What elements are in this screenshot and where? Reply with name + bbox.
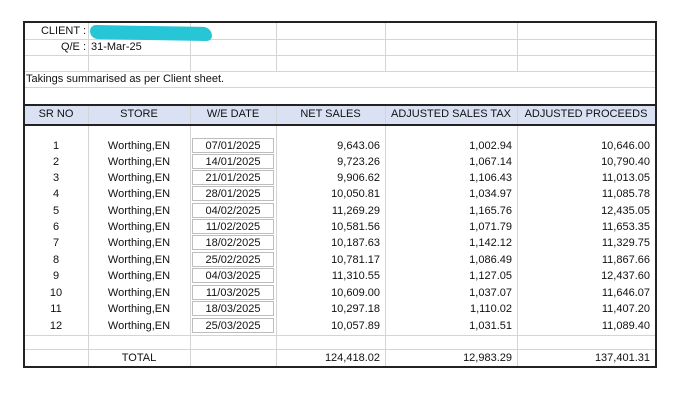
cell-sr-no[interactable]: 4 (24, 186, 88, 202)
cell-we-date[interactable]: 18/02/2025 (190, 235, 276, 251)
cell-we-date[interactable]: 28/01/2025 (190, 186, 276, 202)
cell-adjusted-proceeds[interactable]: 11,407.20 (517, 301, 650, 317)
cell-adjusted-proceeds[interactable]: 12,435.05 (517, 203, 650, 219)
cell-net-sales[interactable]: 11,310.55 (276, 268, 380, 284)
qe-label: Q/E : (60, 41, 86, 53)
cell-sr-no[interactable]: 9 (24, 268, 88, 284)
cell-net-sales[interactable]: 9,643.06 (276, 138, 380, 154)
cell-adjusted-sales-tax[interactable]: 1,086.49 (385, 252, 512, 268)
cell-we-date[interactable]: 18/03/2025 (190, 301, 276, 317)
cell-adjusted-sales-tax[interactable]: 1,002.94 (385, 138, 512, 154)
cell-adjusted-sales-tax[interactable]: 1,034.97 (385, 186, 512, 202)
cell-store[interactable]: Worthing,EN (88, 186, 190, 202)
cell-store[interactable]: Worthing,EN (88, 301, 190, 317)
cell-we-date[interactable]: 25/02/2025 (190, 252, 276, 268)
total-adjusted-proceeds[interactable]: 137,401.31 (517, 350, 650, 366)
cell-store[interactable]: Worthing,EN (88, 268, 190, 284)
cell-adjusted-sales-tax[interactable]: 1,106.43 (385, 170, 512, 186)
cell-adjusted-sales-tax[interactable]: 1,031.51 (385, 318, 512, 334)
cell-we-date[interactable]: 11/02/2025 (190, 219, 276, 235)
cell-adjusted-sales-tax[interactable]: 1,037.07 (385, 285, 512, 301)
spreadsheet: CLIENT : Q/E : 31-Mar-25 Takings summari… (0, 0, 680, 401)
cell-adjusted-proceeds[interactable]: 10,790.40 (517, 154, 650, 170)
cell-adjusted-proceeds[interactable]: 11,085.78 (517, 186, 650, 202)
cell-net-sales[interactable]: 10,057.89 (276, 318, 380, 334)
header-net-sales[interactable]: NET SALES (276, 106, 385, 122)
cell-sr-no[interactable]: 10 (24, 285, 88, 301)
cell-net-sales[interactable]: 9,906.62 (276, 170, 380, 186)
cell-adjusted-sales-tax[interactable]: 1,142.12 (385, 235, 512, 251)
cell-store[interactable]: Worthing,EN (88, 285, 190, 301)
cell-adjusted-proceeds[interactable]: 10,646.00 (517, 138, 650, 154)
cell-store[interactable]: Worthing,EN (88, 252, 190, 268)
cell-adjusted-sales-tax[interactable]: 1,067.14 (385, 154, 512, 170)
cell-adjusted-proceeds[interactable]: 11,013.05 (517, 170, 650, 186)
cell-sr-no[interactable]: 3 (24, 170, 88, 186)
cell-store[interactable]: Worthing,EN (88, 219, 190, 235)
cell-we-date[interactable]: 04/02/2025 (190, 203, 276, 219)
cell-store[interactable]: Worthing,EN (88, 170, 190, 186)
cell-adjusted-proceeds[interactable]: 11,646.07 (517, 285, 650, 301)
cell-adjusted-sales-tax[interactable]: 1,165.76 (385, 203, 512, 219)
cell-adjusted-proceeds[interactable]: 11,089.40 (517, 318, 650, 334)
client-label: CLIENT : (40, 25, 86, 37)
cell-net-sales[interactable]: 10,609.00 (276, 285, 380, 301)
header-adjusted-proceeds[interactable]: ADJUSTED PROCEEDS (517, 106, 655, 122)
cell-sr-no[interactable]: 5 (24, 203, 88, 219)
qe-value[interactable]: 31-Mar-25 (91, 39, 189, 55)
cell-net-sales[interactable]: 10,050.81 (276, 186, 380, 202)
cell-adjusted-sales-tax[interactable]: 1,127.05 (385, 268, 512, 284)
cell-adjusted-proceeds[interactable]: 11,867.66 (517, 252, 650, 268)
total-net-sales[interactable]: 124,418.02 (276, 350, 380, 366)
header-adjusted-sales-tax[interactable]: ADJUSTED SALES TAX (385, 106, 517, 122)
cell-sr-no[interactable]: 7 (24, 235, 88, 251)
cell-store[interactable]: Worthing,EN (88, 235, 190, 251)
cell-net-sales[interactable]: 9,723.26 (276, 154, 380, 170)
cell-sr-no[interactable]: 12 (24, 318, 88, 334)
total-adjusted-sales-tax[interactable]: 12,983.29 (385, 350, 512, 366)
cell-we-date[interactable]: 14/01/2025 (190, 154, 276, 170)
cell-net-sales[interactable]: 10,781.17 (276, 252, 380, 268)
cell-adjusted-proceeds[interactable]: 11,329.75 (517, 235, 650, 251)
cell-sr-no[interactable]: 1 (24, 138, 88, 154)
cell-adjusted-sales-tax[interactable]: 1,071.79 (385, 219, 512, 235)
cell-adjusted-proceeds[interactable]: 12,437.60 (517, 268, 650, 284)
cell-we-date[interactable]: 07/01/2025 (190, 138, 276, 154)
header-store[interactable]: STORE (88, 106, 190, 122)
total-label[interactable]: TOTAL (88, 350, 190, 366)
cell-net-sales[interactable]: 10,187.63 (276, 235, 380, 251)
cell-store[interactable]: Worthing,EN (88, 138, 190, 154)
cell-we-date[interactable]: 21/01/2025 (190, 170, 276, 186)
summary-note[interactable]: Takings summarised as per Client sheet. (26, 71, 326, 87)
cell-net-sales[interactable]: 10,297.18 (276, 301, 380, 317)
cell-sr-no[interactable]: 11 (24, 301, 88, 317)
cell-net-sales[interactable]: 10,581.56 (276, 219, 380, 235)
cell-we-date[interactable]: 11/03/2025 (190, 285, 276, 301)
cell-store[interactable]: Worthing,EN (88, 203, 190, 219)
header-we-date[interactable]: W/E DATE (190, 106, 276, 122)
header-sr-no[interactable]: SR NO (24, 106, 88, 122)
cell-sr-no[interactable]: 8 (24, 252, 88, 268)
cell-store[interactable]: Worthing,EN (88, 154, 190, 170)
cell-adjusted-sales-tax[interactable]: 1,110.02 (385, 301, 512, 317)
cell-we-date[interactable]: 04/03/2025 (190, 268, 276, 284)
cell-we-date[interactable]: 25/03/2025 (190, 318, 276, 334)
cell-store[interactable]: Worthing,EN (88, 318, 190, 334)
cell-sr-no[interactable]: 6 (24, 219, 88, 235)
cell-sr-no[interactable]: 2 (24, 154, 88, 170)
cell-adjusted-proceeds[interactable]: 11,653.35 (517, 219, 650, 235)
cell-net-sales[interactable]: 11,269.29 (276, 203, 380, 219)
